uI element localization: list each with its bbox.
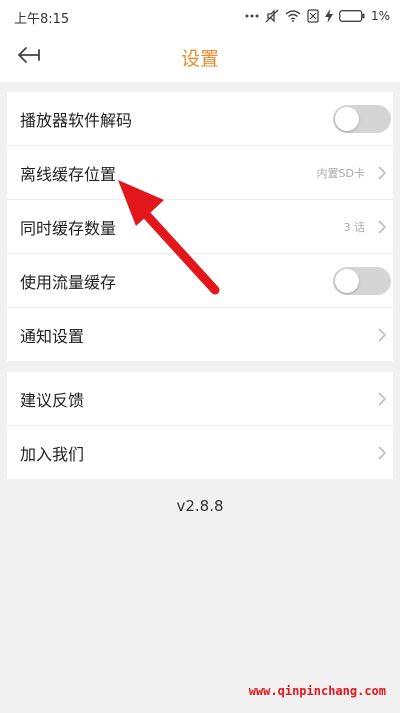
setting-row-feedback[interactable]: 建议反馈 [7,372,393,426]
back-button[interactable] [12,42,46,72]
signal-dots-icon [245,13,259,19]
chevron-right-icon [377,165,387,181]
setting-label: 离线缓存位置 [20,164,117,184]
chevron-right-icon [377,327,387,343]
setting-row-mobile-data-cache[interactable]: 使用流量缓存 [7,254,393,308]
setting-label: 建议反馈 [20,390,85,410]
header-bar: 设置 [0,32,400,82]
settings-screen: 上午8:15 1% 设置 播放器软件解码 离线缓存位置 内置SD卡 同时缓存数量… [0,0,400,713]
setting-row-notification-settings[interactable]: 通知设置 [7,308,393,361]
status-bar: 上午8:15 1% [0,0,400,32]
setting-label: 同时缓存数量 [20,218,117,238]
toggle-knob [335,268,359,293]
back-arrow-icon [17,46,41,68]
toggle-knob [335,106,359,131]
mute-icon [265,9,279,23]
page-title: 设置 [180,48,219,70]
battery-icon [339,10,365,22]
chevron-right-icon [377,219,387,235]
chevron-right-icon [377,391,387,407]
chevron-right-icon [377,445,387,461]
setting-row-software-decoding[interactable]: 播放器软件解码 [7,92,393,146]
setting-row-concurrent-cache-count[interactable]: 同时缓存数量 3 话 [7,200,393,254]
setting-label: 播放器软件解码 [20,110,133,130]
setting-label: 使用流量缓存 [20,272,117,292]
status-time: 上午8:15 [14,12,70,27]
setting-value: 内置SD卡 [316,166,365,180]
battery-percent: 1% [370,9,390,23]
app-version: v2.8.8 [176,497,224,515]
mobile-data-cache-toggle[interactable] [333,266,391,295]
setting-row-join-us[interactable]: 加入我们 [7,426,393,479]
setting-value: 3 话 [343,220,366,234]
setting-row-offline-cache-location[interactable]: 离线缓存位置 内置SD卡 [7,146,393,200]
charging-icon [324,9,333,23]
setting-label: 加入我们 [20,444,85,464]
settings-group-about: 建议反馈 加入我们 [7,372,393,479]
software-decoding-toggle[interactable] [333,104,391,133]
watermark-text: www.qinpinchang.com [248,684,386,698]
wifi-icon [285,10,301,22]
setting-label: 通知设置 [20,326,85,346]
settings-group-main: 播放器软件解码 离线缓存位置 内置SD卡 同时缓存数量 3 话 使用流量缓存 通… [7,92,393,361]
sim-off-icon [307,9,319,23]
status-icons: 1% [245,7,390,25]
